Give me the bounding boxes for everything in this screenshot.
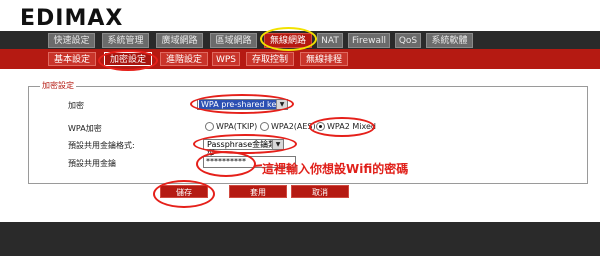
subtab-advanced[interactable]: 進階設定 — [160, 52, 208, 66]
radio-wpa2-aes[interactable]: WPA2(AES) — [260, 122, 316, 131]
tab-wan[interactable]: 廣域網路 — [156, 33, 203, 48]
radio-dot — [205, 122, 214, 131]
logo-text: EDIMAX — [20, 6, 124, 31]
tab-qos[interactable]: QoS — [395, 33, 421, 48]
edimax-logo: EDIMAX — [20, 6, 124, 31]
radio-wpa-tkip[interactable]: WPA(TKIP) — [205, 122, 257, 131]
annotation-circle-save-button — [153, 180, 215, 208]
apply-button[interactable]: 套用 — [229, 185, 287, 198]
annotation-circle-wireless-tab — [260, 27, 317, 51]
subtab-schedule[interactable]: 無線排程 — [300, 52, 348, 66]
subtab-wps[interactable]: WPS — [212, 52, 240, 66]
annotation-circle-encryption-select — [190, 94, 294, 114]
subtab-access-control[interactable]: 存取控制 — [246, 52, 294, 66]
psk-label: 預設共用金鑰 — [68, 159, 116, 168]
cancel-button[interactable]: 取消 — [291, 185, 349, 198]
annotation-note: 這裡輸入你想設Wifi的密碼 — [262, 162, 409, 176]
page-footer-band — [0, 222, 600, 256]
section-title: 加密設定 — [40, 80, 76, 91]
sub-tab-bar: 基本設定 加密設定 進階設定 WPS 存取控制 無線排程 — [0, 49, 600, 69]
tab-quick-setup[interactable]: 快速設定 — [48, 33, 95, 48]
annotation-circle-encryption-tab — [98, 50, 158, 71]
annotation-circle-wpa2-mixed — [309, 117, 375, 137]
radio-dot — [260, 122, 269, 131]
annotation-circle-psk-input — [196, 151, 256, 177]
subtab-basic[interactable]: 基本設定 — [48, 52, 96, 66]
annotation-circle-psk-format — [193, 134, 297, 154]
radio-wpa-tkip-label: WPA(TKIP) — [216, 122, 258, 131]
tab-lan[interactable]: 區域網路 — [210, 33, 257, 48]
tab-system-software[interactable]: 系統軟體 — [426, 33, 473, 48]
wpa-encryption-label: WPA加密 — [68, 124, 102, 133]
tab-system-management[interactable]: 系統管理 — [102, 33, 149, 48]
tab-firewall[interactable]: Firewall — [348, 33, 390, 48]
tab-nat[interactable]: NAT — [317, 33, 343, 48]
psk-format-label: 預設共用金鑰格式: — [68, 141, 135, 150]
encryption-label: 加密 — [68, 101, 84, 110]
